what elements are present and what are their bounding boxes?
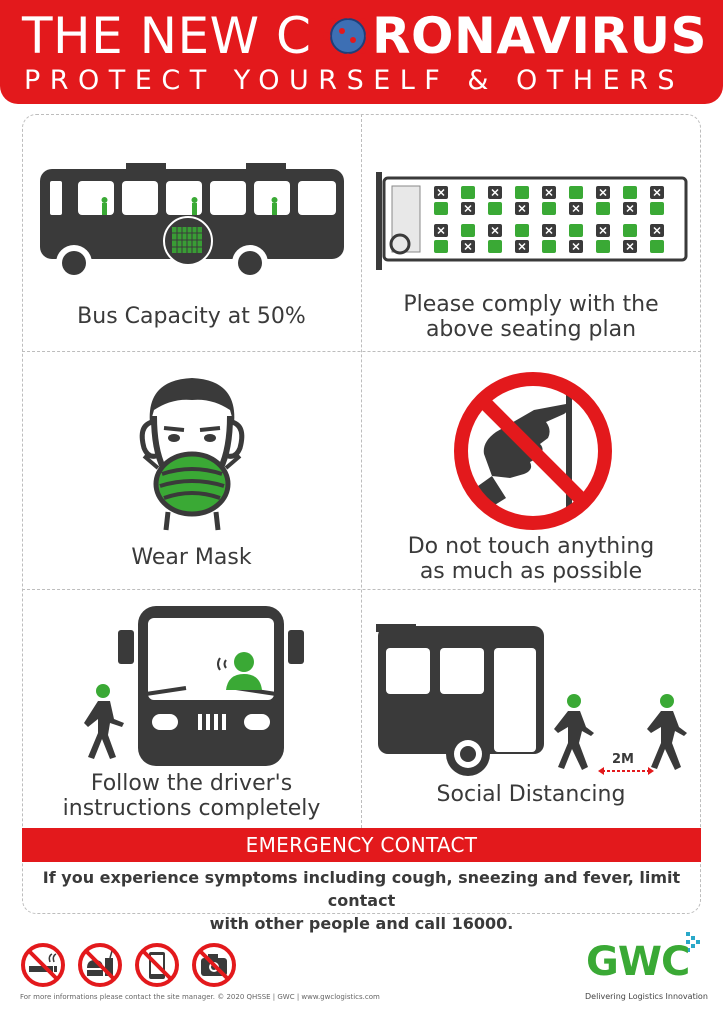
caption-wear-mask: Wear Mask [131,545,252,570]
virus-icon [323,11,373,61]
title-suffix: RONAVIRUS [372,7,708,65]
face-mask-icon [139,378,245,531]
no-camera-icon [192,943,236,987]
caption-follow-line2: instructions completely [62,796,321,821]
grid-divider-vertical [361,114,362,828]
no-touch-icon [454,372,612,530]
caption-seating-plan: Please comply with the above seating pla… [361,292,701,342]
no-phone-icon [135,943,179,987]
seat-allowed [650,240,664,253]
seat-allowed [434,202,448,215]
caption-follow-driver: Follow the driver's instructions complet… [22,771,361,821]
page-subtitle: PROTECT YOURSELF & OTHERS [24,65,685,96]
seat-allowed [623,224,637,237]
emergency-line1: If you experience symptoms including cou… [42,868,681,910]
caption-seating-line1: Please comply with the [403,292,659,317]
seat-allowed [596,240,610,253]
seat-allowed [515,224,529,237]
page-title: THE NEW C [22,8,311,64]
bus-side-icon [40,163,344,281]
caption-no-touch-line1: Do not touch anything [407,534,655,559]
emergency-line2-prefix: with other people and call [209,914,452,933]
caption-social-distancing: Social Distancing [436,782,626,807]
seat-allowed [515,186,529,199]
seating-plan-diagram [376,172,688,270]
seat-allowed [461,186,475,199]
seat-allowed [596,202,610,215]
seat-allowed [542,240,556,253]
seat-allowed [542,202,556,215]
grid-divider-row2 [22,589,701,590]
emergency-title: EMERGENCY CONTACT [245,833,478,857]
grid-divider-row1 [22,351,701,352]
distance-label: 2M [612,752,634,767]
walking-person-left-icon [554,694,594,770]
emergency-line2-suffix: . [507,914,514,933]
no-food-drink-icon [78,943,122,987]
gwc-logo: GWC [586,939,690,985]
walking-person-right-icon [647,694,687,770]
seat-allowed [623,186,637,199]
seat-allowed [569,186,583,199]
title-prefix: THE NEW C [22,7,312,65]
seat-allowed [488,202,502,215]
caption-follow-line1: Follow the driver's [90,771,293,796]
emergency-line2: with other people and call 16000. [40,912,683,935]
no-smoking-icon [21,943,65,987]
caption-no-touch-line2: as much as possible [419,559,643,584]
footer-note: For more informations please contact the… [20,993,380,1001]
emergency-number: 16000 [451,914,508,933]
bus-front-icon [118,606,304,766]
title-suffix-wrap: RONAVIRUS [372,8,707,64]
seat-allowed [650,202,664,215]
seat-allowed [434,240,448,253]
caption-bus-capacity: Bus Capacity at 50% [77,304,306,329]
emergency-text: If you experience symptoms including cou… [40,866,683,935]
seat-allowed [488,240,502,253]
seat-allowed [569,224,583,237]
distance-arrow-icon [598,767,654,775]
caption-no-touch: Do not touch anything as much as possibl… [361,534,701,584]
seat-allowed [461,224,475,237]
caption-seating-line2: above seating plan [425,317,637,342]
logo-tagline: Delivering Logistics Innovation [585,992,708,1001]
bus-rear-icon [376,624,544,776]
